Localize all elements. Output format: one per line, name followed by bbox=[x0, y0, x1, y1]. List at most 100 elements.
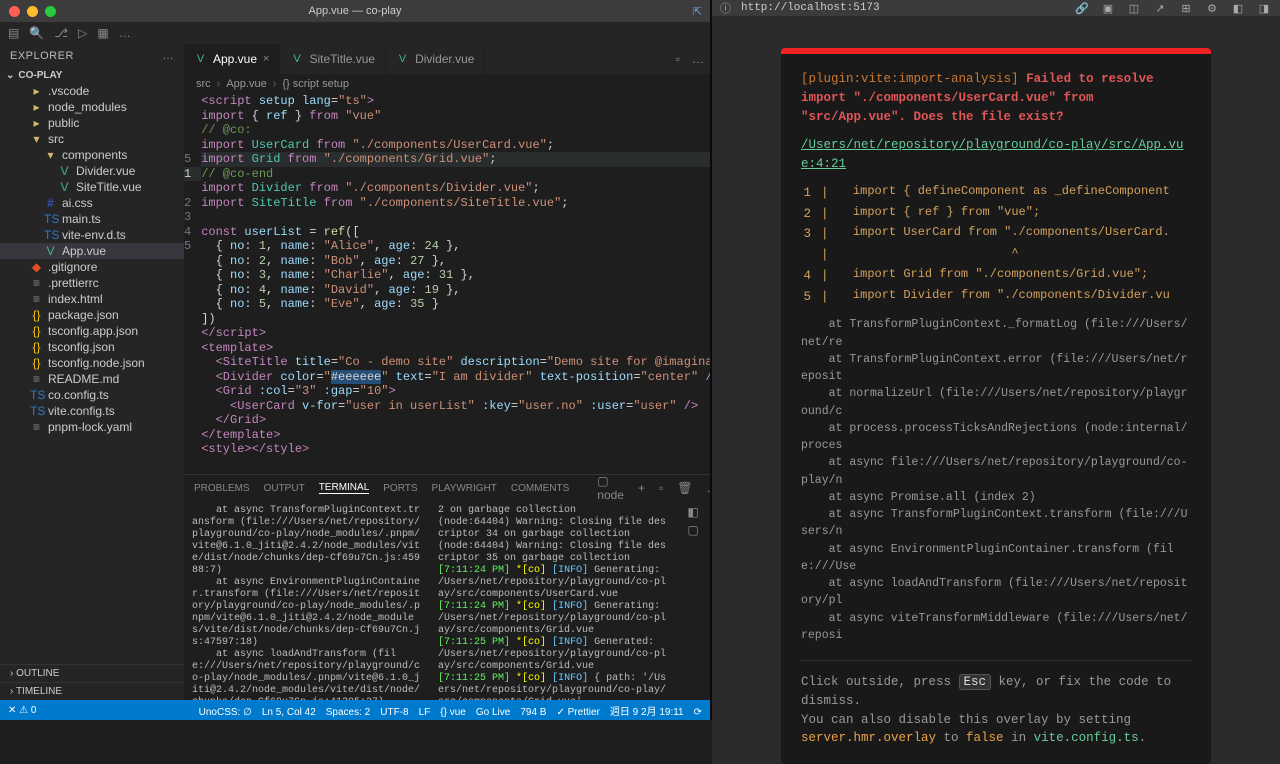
more-icon[interactable]: … bbox=[119, 26, 131, 40]
layout-left-icon[interactable]: ◧ bbox=[1230, 2, 1246, 15]
browser-viewport[interactable]: [plugin:vite:import-analysis] Failed to … bbox=[712, 16, 1280, 764]
txt-icon: ≡ bbox=[30, 420, 43, 434]
timeline-section[interactable]: › TIMELINE bbox=[0, 682, 184, 700]
tree-item-tsconfig-json[interactable]: {}tsconfig.json bbox=[0, 339, 184, 355]
tree-item-src[interactable]: ▾src bbox=[0, 131, 184, 147]
status-item[interactable]: {} vue bbox=[440, 707, 466, 718]
terminal-split-icon[interactable]: ▢ bbox=[687, 525, 698, 537]
tab-App-vue[interactable]: VApp.vue× bbox=[184, 44, 280, 74]
bottom-panel: PROBLEMS OUTPUT TERMINAL PORTS PLAYWRIGHT COM… bbox=[184, 474, 710, 700]
tree-item--vscode[interactable]: ▸.vscode bbox=[0, 83, 184, 99]
tab-SiteTitle-vue[interactable]: VSiteTitle.vue bbox=[280, 44, 386, 74]
status-item[interactable]: ✓ Prettier bbox=[556, 707, 599, 718]
tree-item-vite-env-d-ts[interactable]: TSvite-env.d.ts bbox=[0, 227, 184, 243]
panel-tab-output[interactable]: OUTPUT bbox=[264, 483, 305, 494]
tree-item-tsconfig-app-json[interactable]: {}tsconfig.app.json bbox=[0, 323, 184, 339]
breadcrumb[interactable]: src › App.vue › {} script setup bbox=[184, 74, 710, 94]
titlebar: App.vue — co-play ⇱ bbox=[0, 0, 710, 22]
status-item[interactable]: 794 B bbox=[520, 707, 546, 718]
error-file-link[interactable]: /Users/net/repository/playground/co-play… bbox=[801, 136, 1191, 174]
terminal-output-left[interactable]: at async TransformPluginContext.transfor… bbox=[192, 505, 424, 696]
tree-item-tsconfig-node-json[interactable]: {}tsconfig.node.json bbox=[0, 355, 184, 371]
git-icon: ◆ bbox=[30, 260, 43, 274]
tree-item-README-md[interactable]: ≡README.md bbox=[0, 371, 184, 387]
info-icon[interactable]: ⓘ bbox=[720, 0, 731, 16]
folder-icon: ▸ bbox=[30, 116, 43, 130]
devtools-icon[interactable]: ▣ bbox=[1100, 2, 1116, 15]
open-icon[interactable]: ↗ bbox=[1152, 2, 1168, 15]
shell-select[interactable]: ▢ node bbox=[597, 474, 624, 502]
branch-icon[interactable]: ⎇ bbox=[54, 26, 68, 40]
outline-section[interactable]: › OUTLINE bbox=[0, 664, 184, 682]
activity-toolbar: ▤ 🔍 ⎇ ▷ ▦ … bbox=[0, 22, 710, 44]
browser-chrome: ⓘ http://localhost:5173 🔗 ▣ ◫ ↗ ⊞ ⚙ ◧ ◨ bbox=[712, 0, 1280, 16]
status-item[interactable]: LF bbox=[419, 707, 431, 718]
explorer-more-icon[interactable]: … bbox=[163, 50, 175, 62]
ts-icon: TS bbox=[30, 404, 43, 418]
status-item[interactable]: Spaces: 2 bbox=[326, 707, 370, 718]
close-window-icon[interactable] bbox=[9, 6, 20, 17]
code-editor[interactable]: 5 1 2 3 4 5 <script setup lang="ts"> imp… bbox=[184, 94, 710, 474]
tree-item-public[interactable]: ▸public bbox=[0, 115, 184, 131]
search-icon[interactable]: 🔍 bbox=[29, 26, 44, 40]
editor-tabs: VApp.vue×VSiteTitle.vueVDivider.vue ▫… bbox=[184, 44, 710, 74]
screenshot-icon[interactable]: ◫ bbox=[1126, 2, 1142, 15]
tab-Divider-vue[interactable]: VDivider.vue bbox=[386, 44, 485, 74]
terminal-add-icon[interactable]: ◧ bbox=[687, 507, 698, 519]
file-icon[interactable]: ▤ bbox=[8, 26, 19, 40]
vue-icon: V bbox=[44, 244, 57, 258]
tree-item--prettierrc[interactable]: ≡.prettierrc bbox=[0, 275, 184, 291]
split-editor-icon[interactable]: ▫ bbox=[670, 44, 686, 74]
layout-icon[interactable]: ⇱ bbox=[693, 5, 710, 18]
tree-item-SiteTitle-vue[interactable]: VSiteTitle.vue bbox=[0, 179, 184, 195]
status-item[interactable]: UTF-8 bbox=[380, 707, 408, 718]
tree-item-package-json[interactable]: {}package.json bbox=[0, 307, 184, 323]
tree-item-pnpm-lock-yaml[interactable]: ≡pnpm-lock.yaml bbox=[0, 419, 184, 435]
status-left[interactable]: ✕ ⚠ 0 bbox=[8, 705, 36, 716]
tree-item--gitignore[interactable]: ◆.gitignore bbox=[0, 259, 184, 275]
panel-tab-problems[interactable]: PROBLEMS bbox=[194, 483, 250, 494]
tree-item-Divider-vue[interactable]: VDivider.vue bbox=[0, 163, 184, 179]
error-heading: [plugin:vite:import-analysis] Failed to … bbox=[801, 70, 1191, 126]
status-item[interactable]: Ln 5, Col 42 bbox=[262, 707, 316, 718]
tree-item-co-config-ts[interactable]: TSco.config.ts bbox=[0, 387, 184, 403]
vscode-window: App.vue — co-play ⇱ ▤ 🔍 ⎇ ▷ ▦ … EXPLORER… bbox=[0, 0, 710, 720]
layout-right-icon[interactable]: ◨ bbox=[1256, 2, 1272, 15]
tree-item-App-vue[interactable]: VApp.vue bbox=[0, 243, 184, 259]
more-icon[interactable]: … bbox=[686, 44, 710, 74]
url-bar[interactable]: http://localhost:5173 bbox=[741, 2, 1064, 14]
tree-item-ai-css[interactable]: #ai.css bbox=[0, 195, 184, 211]
panel-tab-terminal[interactable]: TERMINAL bbox=[319, 482, 370, 494]
json-icon: {} bbox=[30, 308, 43, 322]
panel-tab-ports[interactable]: PORTS bbox=[383, 483, 417, 494]
tree-item-vite-config-ts[interactable]: TSvite.config.ts bbox=[0, 403, 184, 419]
project-header[interactable]: ⌄ CO-PLAY bbox=[0, 68, 184, 83]
maximize-window-icon[interactable] bbox=[45, 6, 56, 17]
add-terminal-icon[interactable]: + bbox=[638, 481, 645, 495]
terminal-output-right[interactable]: 2 on garbage collection (node:64404) War… bbox=[438, 505, 670, 696]
split-terminal-icon[interactable]: ▫ bbox=[659, 481, 663, 495]
debug-icon[interactable]: ▷ bbox=[78, 26, 87, 40]
close-icon[interactable]: × bbox=[263, 53, 269, 65]
minimize-window-icon[interactable] bbox=[27, 6, 38, 17]
settings-icon[interactable]: ⚙ bbox=[1204, 2, 1220, 15]
status-item[interactable]: UnoCSS: ∅ bbox=[199, 707, 252, 718]
tree-item-index-html[interactable]: ≡index.html bbox=[0, 291, 184, 307]
line-gutter: 5 1 2 3 4 5 bbox=[184, 94, 201, 474]
tree-item-components[interactable]: ▾components bbox=[0, 147, 184, 163]
panel-tab-comments[interactable]: COMMENTS bbox=[511, 483, 569, 494]
extensions-icon[interactable]: ▦ bbox=[97, 26, 108, 40]
link-icon[interactable]: 🔗 bbox=[1074, 2, 1090, 15]
status-item[interactable]: Go Live bbox=[476, 707, 510, 718]
code-body[interactable]: <script setup lang="ts"> import { ref } … bbox=[201, 94, 710, 474]
folder-icon: ▾ bbox=[30, 132, 43, 146]
tree-item-node_modules[interactable]: ▸node_modules bbox=[0, 99, 184, 115]
panel-tab-playwright[interactable]: PLAYWRIGHT bbox=[432, 483, 497, 494]
status-item[interactable]: ⟳ bbox=[694, 707, 702, 718]
tree-item-main-ts[interactable]: TSmain.ts bbox=[0, 211, 184, 227]
window-controls[interactable] bbox=[0, 6, 56, 17]
grid-icon[interactable]: ⊞ bbox=[1178, 2, 1194, 15]
trash-icon[interactable]: 🗑 bbox=[677, 481, 692, 495]
json-icon: {} bbox=[30, 356, 43, 370]
status-item[interactable]: 週日 9 2月 19:11 bbox=[610, 707, 684, 718]
